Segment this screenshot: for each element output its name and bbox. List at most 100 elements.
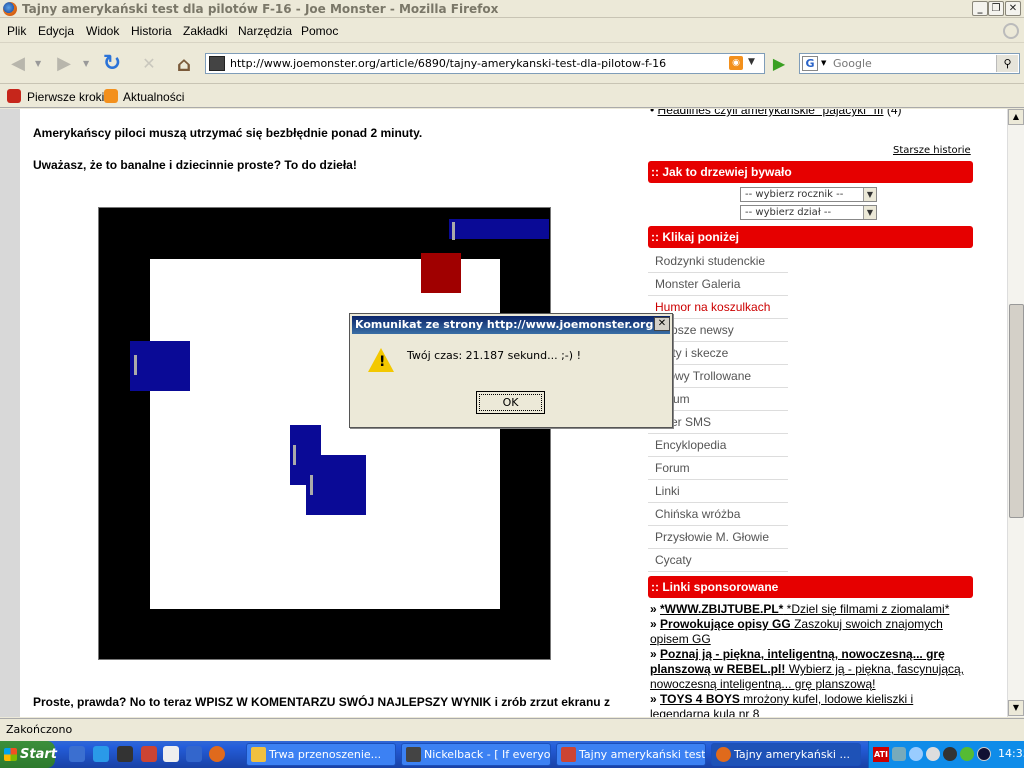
sidebar-top-link-text[interactable]: Headlines czyli amerykańskie "pajacyki" … bbox=[658, 109, 884, 117]
quicklaunch-firefox-icon[interactable] bbox=[209, 746, 225, 762]
google-engine-icon[interactable]: G bbox=[802, 56, 818, 71]
home-button[interactable]: ⌂ bbox=[170, 50, 198, 78]
dialog-title: Komunikat ze strony http://www.joemonste… bbox=[352, 316, 670, 334]
taskbar-item-file-move[interactable]: Trwa przenoszenie... bbox=[246, 743, 396, 766]
menu-tools[interactable]: Narzędzia bbox=[238, 24, 292, 38]
sponsored-title[interactable]: Prowokujące opisy GG bbox=[660, 617, 791, 631]
stop-button[interactable]: ✕ bbox=[135, 50, 163, 78]
tray-network-icon[interactable] bbox=[892, 747, 906, 761]
player-red-square[interactable] bbox=[421, 253, 461, 293]
scrollbar-thumb[interactable] bbox=[1009, 304, 1024, 518]
taskbar-item-firefox-test[interactable]: Tajny amerykański ... bbox=[711, 743, 861, 766]
forward-history-dropdown-icon[interactable]: ▼ bbox=[83, 59, 89, 68]
reload-button[interactable]: ↻ bbox=[98, 50, 126, 78]
enemy-block-center-large bbox=[306, 455, 366, 515]
ati-icon[interactable]: ATI bbox=[873, 747, 889, 762]
tray-volume-icon[interactable] bbox=[926, 747, 940, 761]
quicklaunch-desktop-icon[interactable] bbox=[69, 746, 85, 762]
scroll-down-button[interactable]: ▼ bbox=[1008, 700, 1024, 716]
tray-app-icon[interactable] bbox=[909, 747, 923, 761]
maximize-button[interactable]: ❐ bbox=[988, 1, 1004, 16]
minimize-button[interactable]: _ bbox=[972, 1, 988, 16]
ok-button[interactable]: OK bbox=[476, 391, 545, 414]
menu-bookmarks[interactable]: Zakładki bbox=[183, 24, 228, 38]
dialog-close-button[interactable]: ✕ bbox=[654, 317, 670, 331]
bookmark-getting-started[interactable]: Pierwsze kroki bbox=[27, 90, 104, 104]
vertical-scrollbar[interactable]: ▲ ▼ bbox=[1007, 109, 1024, 717]
rss-feed-icon[interactable]: ◉ bbox=[729, 56, 743, 70]
url-bar[interactable]: http://www.joemonster.org/article/6890/t… bbox=[205, 53, 765, 74]
sponsored-link[interactable]: » Poznaj ją - piękna, inteligentną, nowo… bbox=[650, 647, 970, 692]
scroll-up-button[interactable]: ▲ bbox=[1008, 109, 1024, 125]
taskbar-item-nickelback[interactable]: Nickelback - [ If everyo... bbox=[401, 743, 551, 766]
menu-edit[interactable]: Edycja bbox=[38, 24, 74, 38]
task-label: Tajny amerykański test... bbox=[579, 748, 706, 761]
quicklaunch-save-icon[interactable] bbox=[186, 746, 202, 762]
system-tray: ATI 14:35 bbox=[868, 741, 1024, 768]
menu-help[interactable]: Pomoc bbox=[301, 24, 338, 38]
left-margin bbox=[0, 109, 20, 717]
sidebar-link-linki[interactable]: Linki bbox=[648, 480, 788, 503]
quicklaunch-ie-icon[interactable] bbox=[93, 746, 109, 762]
go-button[interactable]: ▶ bbox=[768, 53, 790, 74]
chevron-down-icon: ▼ bbox=[863, 206, 876, 219]
article-paragraph-2: Uważasz, że to banalne i dziecinnie pros… bbox=[33, 158, 357, 172]
task-label: Trwa przenoszenie... bbox=[269, 748, 382, 761]
engine-dropdown-icon[interactable]: ▼ bbox=[821, 59, 826, 67]
back-history-dropdown-icon[interactable]: ▼ bbox=[35, 59, 41, 68]
enemy-block-top-right bbox=[449, 219, 549, 240]
url-dropdown-icon[interactable]: ▼ bbox=[748, 57, 755, 67]
older-stories-link[interactable]: Starsze historie bbox=[893, 145, 971, 156]
tray-media-icon[interactable] bbox=[943, 747, 957, 761]
bookmark-news[interactable]: Aktualności bbox=[123, 90, 184, 104]
sidebar-link-galeria[interactable]: Monster Galeria bbox=[648, 273, 788, 296]
taskbar-item-opera-test[interactable]: Tajny amerykański test... bbox=[556, 743, 706, 766]
game-safe-area bbox=[150, 259, 500, 609]
sidebar-link-forum[interactable]: Forum bbox=[648, 457, 788, 480]
sidebar-top-link[interactable]: • Headlines czyli amerykańskie "pajacyki… bbox=[650, 109, 902, 117]
sidebar-link-wrozba[interactable]: Chińska wróżba bbox=[648, 503, 788, 526]
section-header-click-below: :: Klikaj poniżej bbox=[648, 226, 973, 248]
firefox-icon bbox=[716, 747, 731, 762]
sponsored-title[interactable]: *WWW.ZBIJTUBE.PL* bbox=[660, 602, 783, 616]
throbber-icon bbox=[1003, 23, 1019, 39]
quicklaunch-notepad-icon[interactable] bbox=[163, 746, 179, 762]
pilot-test-game[interactable] bbox=[98, 207, 551, 660]
back-button[interactable]: ◀ bbox=[4, 50, 32, 78]
close-button[interactable]: ✕ bbox=[1005, 1, 1021, 16]
menu-file[interactable]: Plik bbox=[7, 24, 26, 38]
menu-view[interactable]: Widok bbox=[86, 24, 119, 38]
select-section[interactable]: -- wybierz dział -- ▼ bbox=[740, 205, 877, 220]
taskbar: Start Trwa przenoszenie... Nickelback - … bbox=[0, 741, 1024, 768]
url-text[interactable]: http://www.joemonster.org/article/6890/t… bbox=[230, 57, 666, 70]
sidebar-link-cycaty[interactable]: Cycaty bbox=[648, 549, 788, 572]
menu-history[interactable]: Historia bbox=[131, 24, 172, 38]
clock[interactable]: 14:35 bbox=[986, 747, 1024, 760]
sponsored-link[interactable]: » TOYS 4 BOYS mrożony kufel, lodowe kiel… bbox=[650, 692, 970, 717]
tray-gg-icon[interactable] bbox=[960, 747, 974, 761]
search-input[interactable]: Google bbox=[833, 57, 872, 70]
status-text: Zakończono bbox=[6, 723, 73, 736]
forward-button[interactable]: ▶ bbox=[50, 50, 78, 78]
title-bar[interactable]: Tajny amerykański test dla pilotów F-16 … bbox=[0, 0, 1024, 18]
warning-exclamation-icon: ! bbox=[379, 354, 386, 370]
status-bar: Zakończono bbox=[0, 718, 1024, 740]
opera-icon bbox=[561, 747, 576, 762]
sponsored-title[interactable]: TOYS 4 BOYS bbox=[660, 692, 740, 706]
search-icon[interactable]: ⚲ bbox=[996, 55, 1018, 72]
clock-time: 14:35 bbox=[998, 747, 1024, 760]
sponsored-desc[interactable]: *Dziel się filmami z ziomalami* bbox=[783, 602, 950, 616]
sidebar-link-encyklopedia[interactable]: Encyklopedia bbox=[648, 434, 788, 457]
select-year[interactable]: -- wybierz rocznik -- ▼ bbox=[740, 187, 877, 202]
sidebar-link-rodzynki[interactable]: Rodzynki studenckie bbox=[648, 250, 788, 273]
section-header-sponsored: :: Linki sponsorowane bbox=[648, 576, 973, 598]
sidebar-link-przyslowie[interactable]: Przysłowie M. Głowie bbox=[648, 526, 788, 549]
folder-icon bbox=[251, 747, 266, 762]
sponsored-link[interactable]: » Prowokujące opisy GG Zaszokuj swoich z… bbox=[650, 617, 970, 647]
sponsored-link[interactable]: » *WWW.ZBIJTUBE.PL* *Dziel się filmami z… bbox=[650, 602, 970, 617]
quicklaunch-app-icon[interactable] bbox=[117, 746, 133, 762]
rss-icon bbox=[104, 89, 118, 103]
search-bar[interactable]: G ▼ Google ⚲ bbox=[799, 53, 1020, 74]
quicklaunch-opera-icon[interactable] bbox=[141, 746, 157, 762]
start-button[interactable]: Start bbox=[0, 741, 57, 768]
